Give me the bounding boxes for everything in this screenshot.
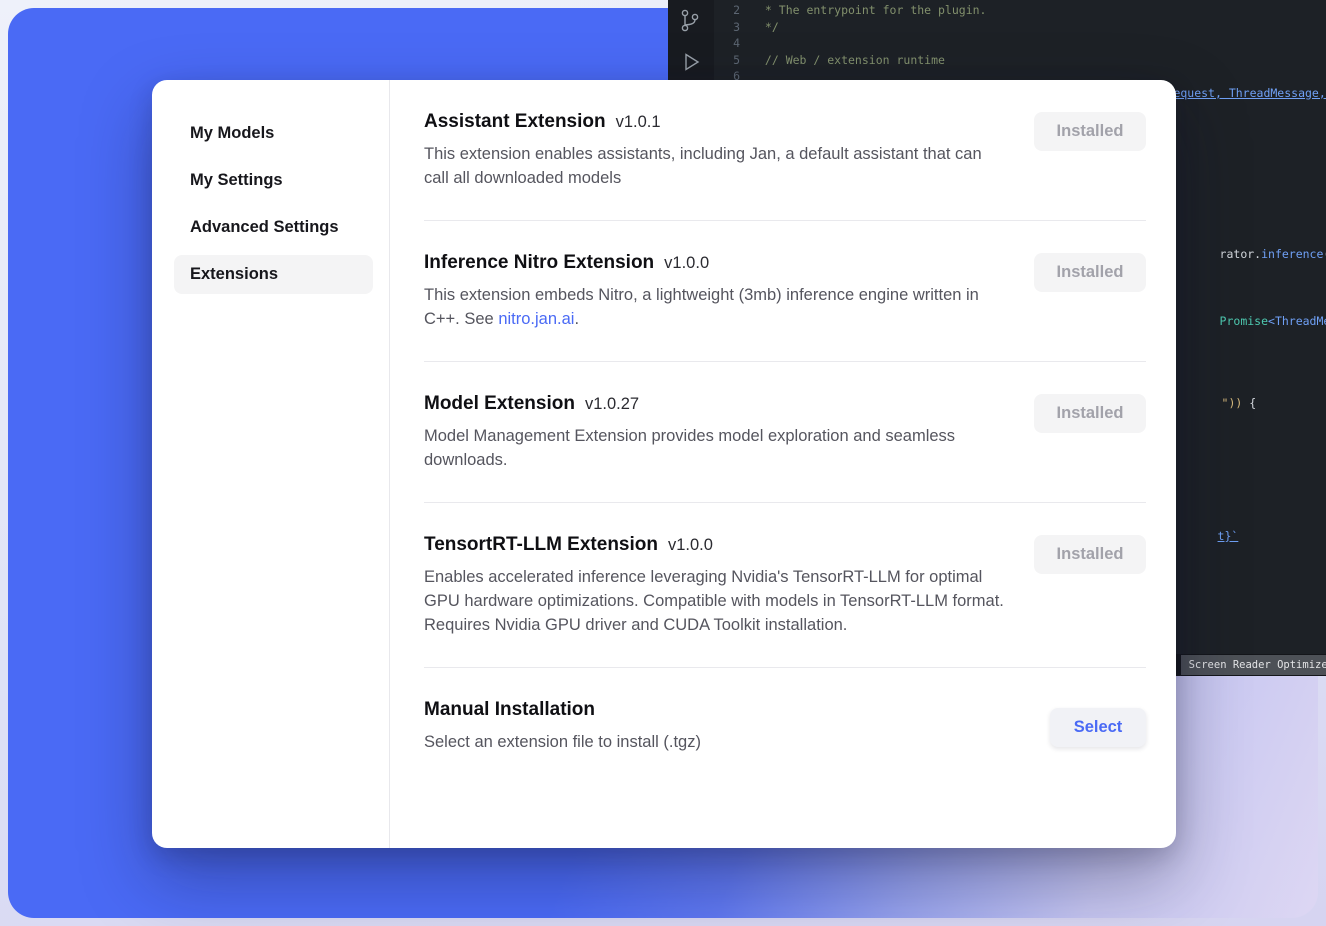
sidebar-item-my-models[interactable]: My Models [174,114,373,153]
installed-button[interactable]: Installed [1034,253,1146,292]
extension-version: v1.0.0 [664,254,709,272]
installed-button[interactable]: Installed [1034,394,1146,433]
line-number: 4 [722,35,740,52]
select-file-button[interactable]: Select [1050,708,1146,747]
installed-button[interactable]: Installed [1034,112,1146,151]
nitro-jan-ai-link[interactable]: nitro.jan.ai [498,310,574,328]
extension-version: v1.0.1 [616,113,661,131]
code-line: 3 */ [722,19,1326,36]
code-fragment: ")) { [1180,378,1256,428]
screen-reader-status-badge: Screen Reader Optimized [1181,655,1326,676]
code-fragment: Promise<ThreadMessage> [1178,296,1326,346]
settings-sidebar: My Models My Settings Advanced Settings … [152,80,390,848]
settings-modal: My Models My Settings Advanced Settings … [152,80,1176,848]
extension-version: v1.0.0 [668,536,713,554]
extension-description: This extension embeds Nitro, a lightweig… [424,283,1008,331]
code-text: * The entrypoint for the plugin. [758,2,986,19]
extension-description: Enables accelerated inference leveraging… [424,565,1008,637]
extension-description: This extension enables assistants, inclu… [424,142,1008,190]
extension-row-model: Model Extensionv1.0.27 Model Management … [424,362,1146,503]
extension-row-inference-nitro: Inference Nitro Extensionv1.0.0 This ext… [424,221,1146,362]
extension-title: TensortRT-LLM Extensionv1.0.0 [424,534,1008,556]
sidebar-item-my-settings[interactable]: My Settings [174,161,373,200]
code-text: */ [758,19,779,36]
code-line: 5 // Web / extension runtime [722,52,1326,69]
manual-installation-row: Manual Installation Select an extension … [424,668,1146,784]
source-control-icon [679,8,701,34]
line-number: 2 [722,2,740,19]
extensions-panel: Assistant Extensionv1.0.1 This extension… [390,80,1176,848]
run-debug-icon [679,50,703,74]
sidebar-item-extensions[interactable]: Extensions [174,255,373,294]
extension-row-assistant: Assistant Extensionv1.0.1 This extension… [424,80,1146,221]
installed-button[interactable]: Installed [1034,535,1146,574]
extension-row-tensorrt-llm: TensortRT-LLM Extensionv1.0.0 Enables ac… [424,503,1146,668]
code-line: 4 [722,35,1326,52]
manual-installation-title: Manual Installation [424,699,701,721]
line-number: 3 [722,19,740,36]
page: 2 * The entrypoint for the plugin. 3 */ … [0,0,1326,926]
manual-installation-description: Select an extension file to install (.tg… [424,730,701,754]
code-text: // Web / extension runtime [758,52,945,69]
extension-title: Assistant Extensionv1.0.1 [424,111,1008,133]
extension-title: Model Extensionv1.0.27 [424,393,1008,415]
code-fragment: rator.inference(data)); [1178,229,1326,279]
extension-title: Inference Nitro Extensionv1.0.0 [424,252,1008,274]
line-number: 5 [722,52,740,69]
code-fragment: t}` [1176,511,1238,561]
sidebar-item-advanced-settings[interactable]: Advanced Settings [174,208,373,247]
code-line: 2 * The entrypoint for the plugin. [722,2,1326,19]
extension-version: v1.0.27 [585,395,639,413]
extension-description: Model Management Extension provides mode… [424,424,1008,472]
